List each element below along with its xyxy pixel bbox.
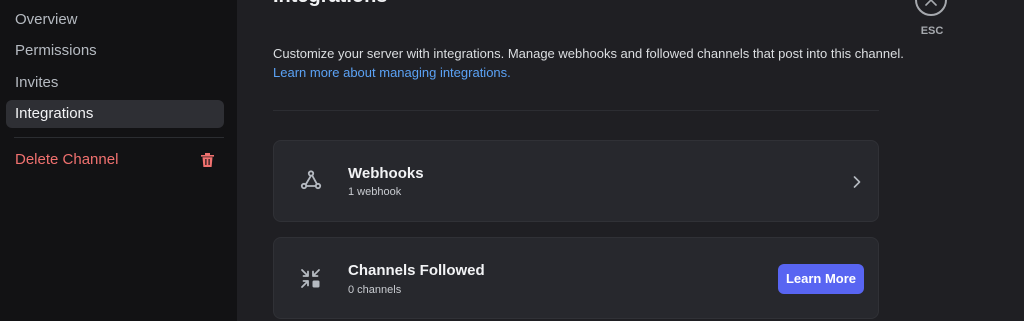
sidebar-item-invites[interactable]: Invites bbox=[6, 69, 224, 97]
chevron-right-icon bbox=[853, 176, 861, 188]
sidebar-item-overview[interactable]: Overview bbox=[6, 6, 224, 34]
main-content: Integrations Customize your server with … bbox=[237, 0, 1024, 321]
channels-followed-card: Channels Followed 0 channels Learn More bbox=[273, 237, 879, 319]
channels-followed-icon bbox=[301, 269, 320, 288]
sidebar-item-label: Integrations bbox=[15, 105, 94, 122]
page-title: Integrations bbox=[273, 0, 387, 8]
sidebar-item-label: Permissions bbox=[15, 42, 97, 59]
delete-channel-button[interactable]: Delete Channel bbox=[6, 146, 224, 174]
channels-followed-count: 0 channels bbox=[348, 284, 402, 296]
close-icon bbox=[925, 0, 937, 6]
section-divider bbox=[273, 110, 879, 111]
channels-followed-title: Channels Followed bbox=[348, 262, 485, 279]
webhook-icon bbox=[300, 170, 322, 190]
sidebar-item-label: Overview bbox=[15, 11, 78, 28]
trash-icon bbox=[201, 153, 214, 167]
webhooks-card[interactable]: Webhooks 1 webhook bbox=[273, 140, 879, 222]
sidebar-item-permissions[interactable]: Permissions bbox=[6, 37, 224, 65]
page-description: Customize your server with integrations.… bbox=[273, 46, 904, 61]
webhooks-title: Webhooks bbox=[348, 165, 424, 182]
settings-sidebar: Overview Permissions Invites Integration… bbox=[0, 0, 237, 321]
sidebar-item-label: Invites bbox=[15, 74, 59, 91]
webhooks-count: 1 webhook bbox=[348, 186, 402, 198]
delete-channel-label: Delete Channel bbox=[15, 151, 119, 168]
sidebar-divider bbox=[14, 137, 224, 138]
learn-more-link[interactable]: Learn more about managing integrations. bbox=[273, 65, 511, 81]
learn-more-button[interactable]: Learn More bbox=[778, 264, 864, 294]
esc-label: ESC bbox=[920, 25, 944, 37]
sidebar-item-integrations[interactable]: Integrations bbox=[6, 100, 224, 128]
